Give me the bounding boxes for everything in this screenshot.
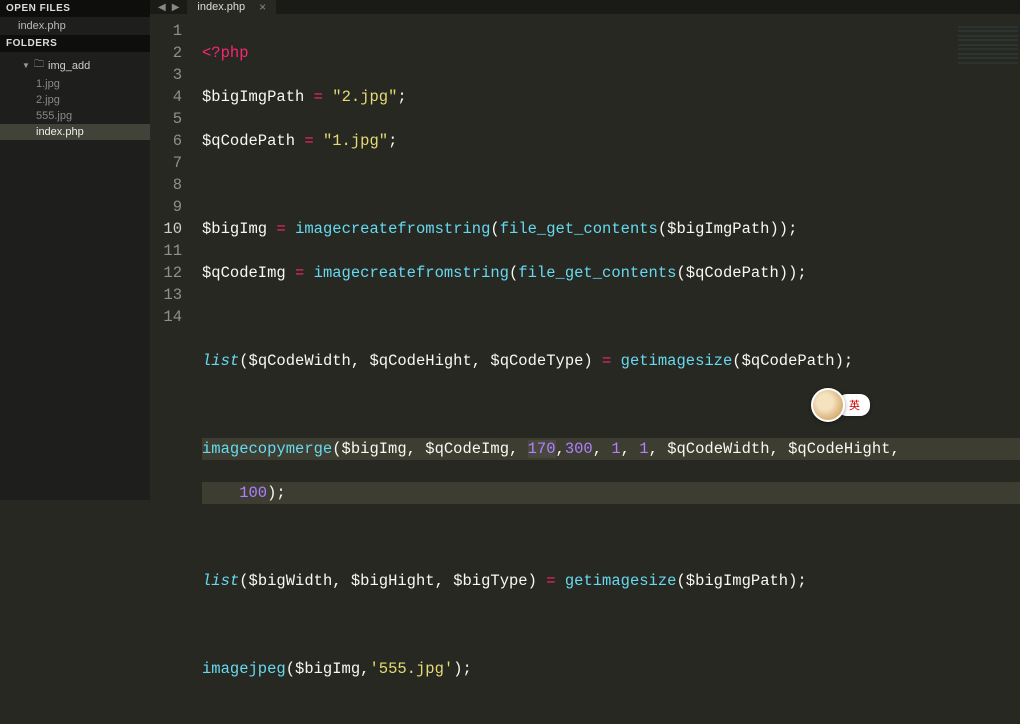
- file-item[interactable]: 555.jpg: [0, 108, 150, 124]
- code-area[interactable]: <?php $bigImgPath = "2.jpg"; $qCodePath …: [192, 14, 1020, 724]
- sidebar: OPEN FILES index.php FOLDERS ▼ 🗀 img_add…: [0, 0, 150, 500]
- code-editor[interactable]: 1234567891011121314 <?php $bigImgPath = …: [150, 14, 1020, 724]
- folder-label: img_add: [48, 60, 90, 72]
- open-files-header: OPEN FILES: [0, 0, 150, 17]
- editor-main: ◀ ▶ index.php × 1234567891011121314 <?ph…: [150, 0, 1020, 500]
- file-item[interactable]: 2.jpg: [0, 92, 150, 108]
- tab-active[interactable]: index.php ×: [187, 0, 277, 14]
- arrow-right-icon[interactable]: ▶: [172, 2, 180, 13]
- line-gutter: 1234567891011121314: [150, 14, 192, 724]
- folder-tree: ▼ 🗀 img_add 1.jpg 2.jpg 555.jpg index.ph…: [0, 52, 150, 143]
- folder-icon: 🗀: [34, 57, 44, 74]
- chevron-down-icon: ▼: [22, 61, 30, 70]
- file-item-active[interactable]: index.php: [0, 124, 150, 140]
- close-icon[interactable]: ×: [259, 0, 266, 14]
- folder-root[interactable]: ▼ 🗀 img_add: [0, 55, 150, 76]
- tab-bar: ◀ ▶ index.php ×: [150, 0, 1020, 14]
- arrow-left-icon[interactable]: ◀: [158, 2, 166, 13]
- ime-indicator[interactable]: 英: [811, 388, 870, 422]
- tab-title: index.php: [197, 1, 245, 13]
- folders-header: FOLDERS: [0, 35, 150, 52]
- tab-nav-arrows[interactable]: ◀ ▶: [150, 0, 187, 14]
- open-file-item[interactable]: index.php: [0, 17, 150, 35]
- file-item[interactable]: 1.jpg: [0, 76, 150, 92]
- avatar: [811, 388, 845, 422]
